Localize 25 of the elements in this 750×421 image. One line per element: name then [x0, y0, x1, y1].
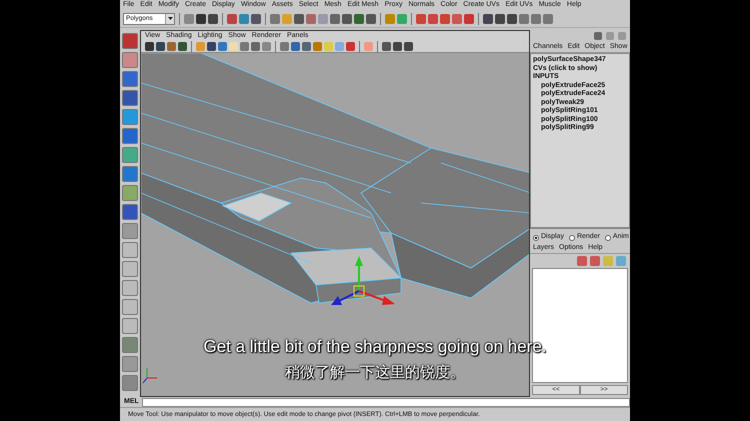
tool-icon[interactable] [122, 356, 138, 372]
caret-icon [168, 17, 172, 20]
move-manipulator-icon[interactable] [331, 256, 395, 305]
tool-icon[interactable] [122, 90, 138, 106]
tool-icon[interactable] [122, 280, 138, 296]
tool-icon[interactable] [122, 204, 138, 220]
tool-icon[interactable] [122, 185, 138, 201]
tool-icon[interactable] [122, 375, 138, 391]
tool-icon[interactable] [122, 109, 138, 125]
radio-button[interactable] [533, 234, 539, 240]
axis-indicator-icon [142, 368, 158, 384]
radio-button[interactable] [568, 234, 575, 240]
tool-icon[interactable] [122, 299, 138, 315]
tool-icon[interactable] [122, 71, 138, 87]
tool-icon[interactable] [122, 128, 138, 144]
tool-icon[interactable] [122, 337, 138, 353]
tool-icon[interactable] [122, 147, 138, 163]
radio-button[interactable] [604, 234, 611, 240]
tool-icon[interactable] [122, 242, 138, 258]
tool-icon[interactable] [122, 33, 138, 49]
tool-icon[interactable] [122, 261, 138, 277]
tool-icon[interactable] [122, 318, 138, 334]
tool-icon[interactable] [122, 52, 138, 68]
command-field[interactable] [142, 398, 630, 406]
tool-icon[interactable] [122, 223, 138, 239]
